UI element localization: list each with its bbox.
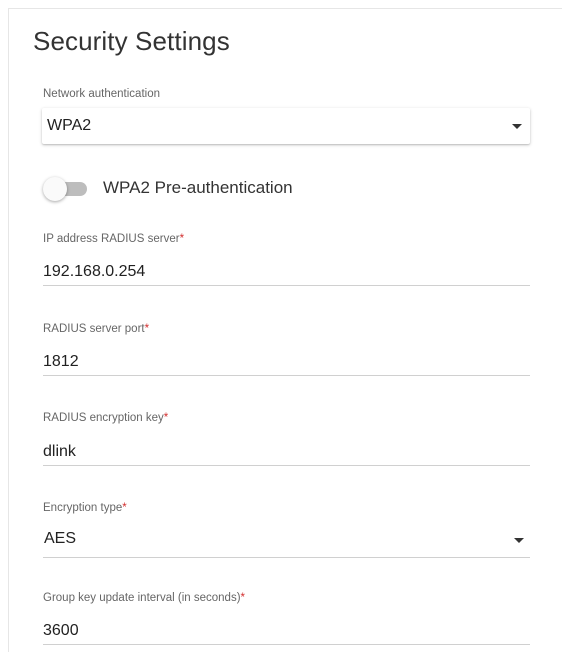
group-key-interval-label: Group key update interval (in seconds)* xyxy=(43,592,245,604)
radius-key-label: RADIUS encryption key* xyxy=(43,412,168,424)
group-key-interval-input[interactable] xyxy=(43,617,530,645)
chevron-down-icon xyxy=(512,124,522,129)
required-mark: * xyxy=(240,592,246,604)
encryption-type-label: Encryption type* xyxy=(43,502,127,514)
radius-key-input[interactable] xyxy=(43,438,530,466)
radius-port-label-text: RADIUS server port xyxy=(43,323,145,335)
radius-ip-label-text: IP address RADIUS server xyxy=(43,233,180,245)
radius-ip-input[interactable] xyxy=(43,258,530,286)
chevron-down-icon xyxy=(514,538,524,543)
required-mark: * xyxy=(144,323,150,335)
required-mark: * xyxy=(179,233,185,245)
toggle-knob xyxy=(43,177,67,201)
required-mark: * xyxy=(122,502,127,514)
required-mark: * xyxy=(163,412,169,424)
pre-authentication-label: WPA2 Pre-authentication xyxy=(103,178,293,197)
encryption-type-label-text: Encryption type xyxy=(43,502,123,514)
network-authentication-label: Network authentication xyxy=(43,88,160,100)
network-authentication-select[interactable]: WPA2 xyxy=(42,108,530,144)
page-title: Security Settings xyxy=(33,26,230,56)
encryption-type-select[interactable]: AES xyxy=(43,528,530,558)
pre-authentication-toggle[interactable] xyxy=(43,177,89,201)
radius-port-label: RADIUS server port* xyxy=(43,323,149,335)
radius-port-input[interactable] xyxy=(43,348,530,376)
radius-key-label-text: RADIUS encryption key xyxy=(43,412,164,424)
network-authentication-label-text: Network authentication xyxy=(43,88,160,100)
radius-ip-label: IP address RADIUS server* xyxy=(43,233,184,245)
network-authentication-value: WPA2 xyxy=(47,117,92,134)
group-key-interval-label-text: Group key update interval (in seconds) xyxy=(43,592,241,604)
encryption-type-value: AES xyxy=(44,530,77,547)
